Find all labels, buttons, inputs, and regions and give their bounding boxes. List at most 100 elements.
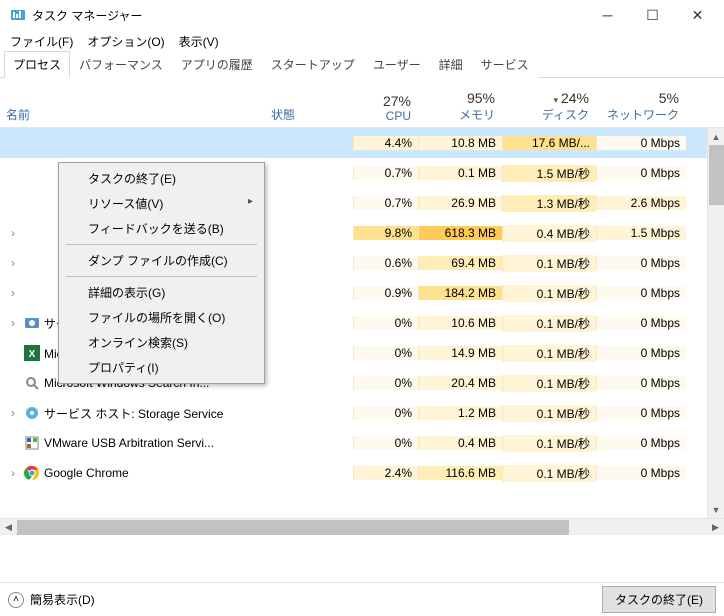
column-memory[interactable]: 95%メモリ bbox=[418, 78, 502, 127]
column-name[interactable]: 名前 bbox=[0, 78, 265, 127]
cpu-cell: 4.4% bbox=[353, 136, 418, 150]
column-disk[interactable]: ▾24%ディスク bbox=[502, 78, 596, 127]
process-name: VMware USB Arbitration Servi... bbox=[44, 436, 214, 450]
chevron-up-icon[interactable]: ˄ bbox=[8, 592, 24, 608]
expand-icon[interactable]: › bbox=[6, 316, 20, 330]
table-row[interactable]: › サービス ホスト: Storage Service 0%1.2 MB0.1 MB… bbox=[0, 398, 724, 428]
network-cell: 0 Mbps bbox=[596, 466, 686, 480]
disk-cell: 0.1 MB/秒 bbox=[502, 465, 596, 482]
maximize-button[interactable]: ☐ bbox=[630, 0, 675, 30]
tab-processes[interactable]: プロセス bbox=[4, 51, 70, 78]
cpu-cell: 2.4% bbox=[353, 466, 418, 480]
network-cell: 0 Mbps bbox=[596, 376, 686, 390]
close-button[interactable]: ✕ bbox=[675, 0, 720, 30]
menu-separator bbox=[66, 276, 257, 277]
context-menu-item[interactable]: フィードバックを送る(B) bbox=[62, 216, 261, 241]
app-icon bbox=[24, 465, 40, 481]
disk-cell: 0.4 MB/秒 bbox=[502, 225, 596, 242]
tab-performance[interactable]: パフォーマンス bbox=[70, 51, 172, 78]
disk-cell: 0.1 MB/秒 bbox=[502, 405, 596, 422]
memory-cell: 618.3 MB bbox=[418, 226, 502, 240]
expand-icon[interactable]: › bbox=[6, 286, 20, 300]
network-cell: 0 Mbps bbox=[596, 316, 686, 330]
network-cell: 0 Mbps bbox=[596, 436, 686, 450]
sort-indicator-icon: ▾ bbox=[553, 95, 558, 105]
expand-icon[interactable]: › bbox=[6, 466, 20, 480]
svg-text:X: X bbox=[29, 349, 36, 360]
expand-icon[interactable]: › bbox=[6, 406, 20, 420]
hscroll-thumb[interactable] bbox=[17, 520, 569, 535]
scroll-down-icon[interactable]: ▼ bbox=[708, 501, 724, 518]
memory-cell: 69.4 MB bbox=[418, 256, 502, 270]
disk-cell: 1.5 MB/秒 bbox=[502, 165, 596, 182]
column-headers: 名前 状態 27%CPU 95%メモリ ▾24%ディスク 5%ネットワーク bbox=[0, 78, 724, 128]
network-cell: 0 Mbps bbox=[596, 286, 686, 300]
network-cell: 0 Mbps bbox=[596, 406, 686, 420]
disk-cell: 0.1 MB/秒 bbox=[502, 345, 596, 362]
tab-startup[interactable]: スタートアップ bbox=[262, 51, 364, 78]
table-row[interactable]: ›Google Chrome2.4%116.6 MB0.1 MB/秒0 Mbps bbox=[0, 458, 724, 488]
network-cell: 0 Mbps bbox=[596, 166, 686, 180]
tab-services[interactable]: サービス bbox=[472, 51, 538, 78]
context-menu-item[interactable]: ファイルの場所を開く(O) bbox=[62, 305, 261, 330]
disk-cell: 0.1 MB/秒 bbox=[502, 255, 596, 272]
horizontal-scrollbar[interactable]: ◀ ▶ bbox=[0, 518, 724, 535]
scroll-up-icon[interactable]: ▲ bbox=[708, 128, 724, 145]
disk-cell: 0.1 MB/秒 bbox=[502, 285, 596, 302]
menu-file[interactable]: ファイル(F) bbox=[4, 31, 79, 52]
expand-icon[interactable]: › bbox=[6, 226, 20, 240]
tab-details[interactable]: 詳細 bbox=[430, 51, 472, 78]
app-icon bbox=[24, 315, 40, 331]
table-row[interactable]: 4.4%10.8 MB17.6 MB/...0 Mbps bbox=[0, 128, 724, 158]
memory-cell: 116.6 MB bbox=[418, 466, 502, 480]
vertical-scrollbar[interactable]: ▲ ▼ bbox=[707, 128, 724, 518]
cpu-cell: 0% bbox=[353, 406, 418, 420]
end-task-button[interactable]: タスクの終了(E) bbox=[602, 586, 716, 613]
column-cpu[interactable]: 27%CPU bbox=[353, 78, 418, 127]
cpu-cell: 0.7% bbox=[353, 196, 418, 210]
table-row[interactable]: VMware USB Arbitration Servi...0%0.4 MB0… bbox=[0, 428, 724, 458]
cpu-cell: 0% bbox=[353, 376, 418, 390]
context-menu-item[interactable]: オンライン検索(S) bbox=[62, 330, 261, 355]
context-menu-item[interactable]: 詳細の表示(G) bbox=[62, 280, 261, 305]
memory-cell: 0.4 MB bbox=[418, 436, 502, 450]
memory-cell: 10.8 MB bbox=[418, 136, 502, 150]
network-cell: 0 Mbps bbox=[596, 346, 686, 360]
menu-view[interactable]: 表示(V) bbox=[173, 31, 225, 52]
disk-cell: 0.1 MB/秒 bbox=[502, 435, 596, 452]
app-icon bbox=[24, 225, 40, 241]
context-menu-item[interactable]: タスクの終了(E) bbox=[62, 166, 261, 191]
memory-cell: 0.1 MB bbox=[418, 166, 502, 180]
minimize-button[interactable]: ─ bbox=[585, 0, 630, 30]
context-menu-item[interactable]: ダンプ ファイルの作成(C) bbox=[62, 248, 261, 273]
column-network[interactable]: 5%ネットワーク bbox=[596, 78, 686, 127]
disk-cell: 0.1 MB/秒 bbox=[502, 315, 596, 332]
tab-users[interactable]: ユーザー bbox=[364, 51, 430, 78]
column-status[interactable]: 状態 bbox=[265, 78, 353, 127]
memory-cell: 1.2 MB bbox=[418, 406, 502, 420]
fewer-details-link[interactable]: 簡易表示(D) bbox=[30, 591, 95, 608]
menu-options[interactable]: オプション(O) bbox=[81, 31, 170, 52]
app-icon bbox=[24, 405, 40, 421]
tab-bar: プロセス パフォーマンス アプリの履歴 スタートアップ ユーザー 詳細 サービス bbox=[0, 52, 724, 78]
cpu-cell: 0% bbox=[353, 346, 418, 360]
scroll-left-icon[interactable]: ◀ bbox=[0, 522, 17, 533]
process-name: サービス ホスト: Storage Service bbox=[44, 405, 223, 422]
tab-apphistory[interactable]: アプリの履歴 bbox=[172, 51, 262, 78]
expand-icon[interactable]: › bbox=[6, 256, 20, 270]
scroll-right-icon[interactable]: ▶ bbox=[707, 522, 724, 533]
network-cell: 2.6 Mbps bbox=[596, 196, 686, 210]
context-menu-item[interactable]: プロパティ(I) bbox=[62, 355, 261, 380]
scroll-thumb[interactable] bbox=[709, 145, 724, 205]
app-icon bbox=[24, 375, 40, 391]
memory-cell: 14.9 MB bbox=[418, 346, 502, 360]
memory-cell: 10.6 MB bbox=[418, 316, 502, 330]
menu-bar: ファイル(F) オプション(O) 表示(V) bbox=[0, 30, 724, 52]
cpu-cell: 0.6% bbox=[353, 256, 418, 270]
window-title: タスク マネージャー bbox=[32, 7, 143, 24]
app-icon bbox=[10, 7, 26, 23]
context-menu-item[interactable]: リソース値(V) bbox=[62, 191, 261, 216]
app-icon bbox=[24, 195, 40, 211]
cpu-cell: 0% bbox=[353, 436, 418, 450]
context-menu: タスクの終了(E)リソース値(V)フィードバックを送る(B) ダンプ ファイルの作… bbox=[58, 162, 265, 384]
